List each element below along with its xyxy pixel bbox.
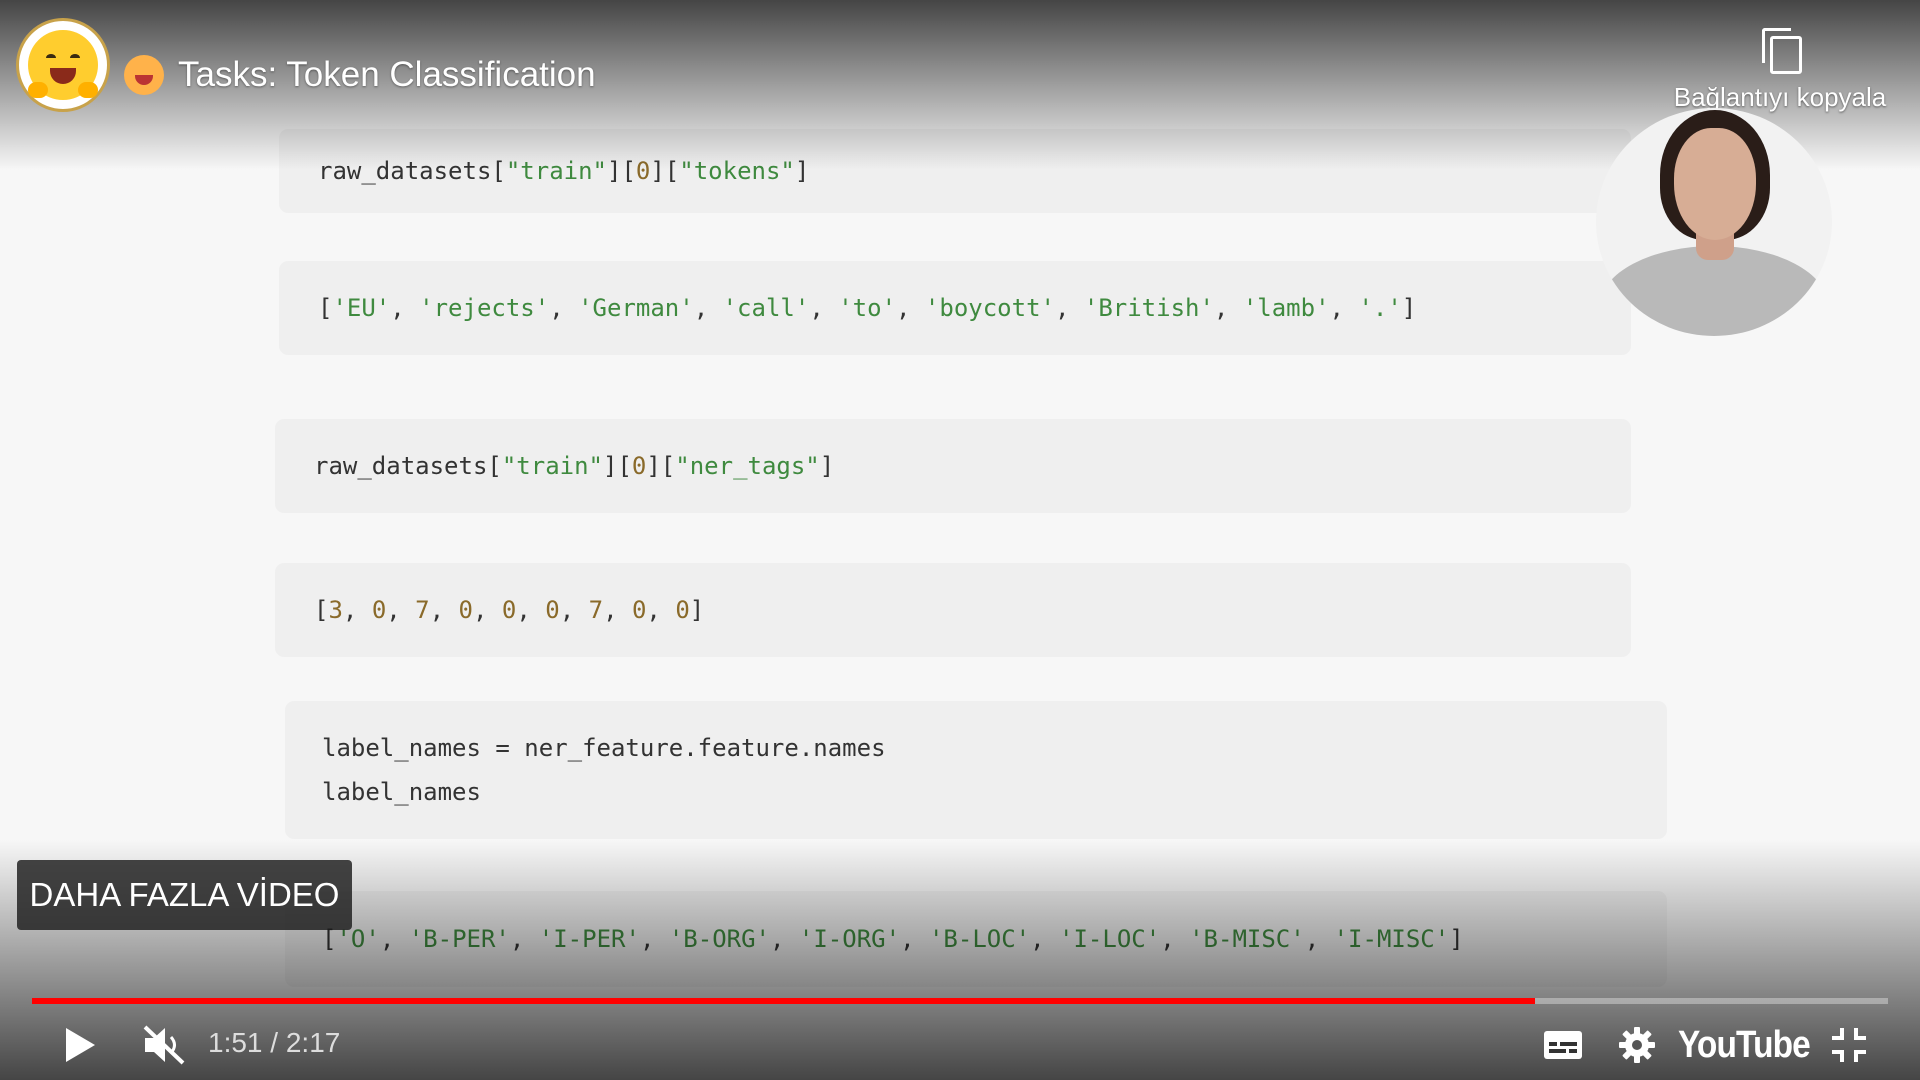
code-cell-output: [3, 0, 7, 0, 0, 0, 7, 0, 0]	[276, 564, 1630, 656]
code-string: 'call'	[722, 294, 810, 322]
code-text: ][	[646, 452, 676, 480]
code-text: ,	[1213, 294, 1243, 322]
code-text: ,	[472, 596, 502, 624]
code-text: ,	[429, 596, 459, 624]
player-controls: 1:51 / 2:17 YouTube	[0, 1015, 1920, 1075]
exit-fullscreen-icon	[1832, 1028, 1866, 1062]
current-time: 1:51	[208, 1027, 263, 1058]
code-number: 0	[631, 452, 647, 480]
code-text: ]	[1401, 294, 1417, 322]
code-string: 'British'	[1083, 294, 1214, 322]
code-string: "train"	[501, 452, 603, 480]
code-text: ,	[549, 294, 579, 322]
video-player[interactable]: raw_datasets["train"][0]["tokens"] ['EU'…	[0, 0, 1920, 1080]
subtitles-button[interactable]	[1538, 1015, 1588, 1075]
mute-button[interactable]	[138, 1015, 190, 1075]
youtube-logo: YouTube	[1678, 1023, 1811, 1066]
code-string: '.'	[1358, 294, 1402, 322]
code-text: label_names	[322, 778, 481, 806]
code-cell-input: label_names = ner_feature.feature.namesl…	[286, 702, 1666, 838]
code-number: 7	[588, 596, 604, 624]
hugging-emoji-icon	[124, 55, 164, 95]
code-number: 0	[545, 596, 560, 624]
code-number: 3	[328, 596, 343, 624]
more-videos-button[interactable]: DAHA FAZLA VİDEO	[17, 860, 352, 930]
time-display: 1:51 / 2:17	[208, 1027, 340, 1059]
code-line: raw_datasets["train"][0]["ner_tags"]	[314, 444, 1630, 488]
code-number: 0	[501, 596, 517, 624]
code-number: 7	[415, 596, 430, 624]
code-cell-output: ['EU', 'rejects', 'German', 'call', 'to'…	[280, 262, 1630, 354]
code-text: ]	[819, 452, 835, 480]
code-string: "ner_tags"	[675, 452, 820, 480]
code-text: ,	[896, 294, 925, 322]
code-string: 'EU'	[332, 294, 391, 322]
hugging-face-icon	[28, 30, 98, 100]
code-line: ['EU', 'rejects', 'German', 'call', 'to'…	[318, 286, 1630, 330]
code-text: ,	[1054, 294, 1084, 322]
code-string: 'lamb'	[1242, 294, 1330, 322]
code-number: 0	[371, 596, 387, 624]
code-text: raw_datasets[	[314, 452, 502, 480]
code-text: [	[318, 294, 333, 322]
code-number: 0	[675, 596, 690, 624]
copy-icon	[1760, 26, 1802, 74]
duration: 2:17	[285, 1027, 341, 1058]
code-text: [	[314, 596, 329, 624]
code-text: ,	[342, 596, 372, 624]
time-separator: /	[262, 1027, 286, 1058]
code-line: label_names = ner_feature.feature.names	[322, 726, 1666, 770]
code-text: ,	[386, 596, 416, 624]
code-text: ][	[603, 452, 632, 480]
channel-avatar[interactable]	[16, 18, 110, 112]
code-text: label_names = ner_feature.feature.names	[322, 734, 886, 762]
play-button[interactable]	[56, 1015, 104, 1075]
presenter-video	[1596, 108, 1832, 336]
code-text: ]	[689, 596, 705, 624]
code-text: ,	[809, 294, 839, 322]
youtube-logo-button[interactable]: YouTube	[1678, 1015, 1811, 1075]
code-number: 0	[631, 596, 647, 624]
code-string: 'rejects'	[419, 294, 550, 322]
play-icon	[66, 1028, 95, 1062]
progress-played	[32, 998, 1536, 1004]
video-title-row[interactable]: Tasks: Token Classification	[124, 50, 596, 100]
code-text: ,	[1329, 294, 1359, 322]
code-text: ,	[693, 294, 723, 322]
code-cell-input: raw_datasets["train"][0]["ner_tags"]	[276, 420, 1630, 512]
copy-link-button[interactable]: Bağlantıyı kopyala	[1660, 26, 1900, 113]
video-title[interactable]: Tasks: Token Classification	[178, 55, 596, 95]
code-text: ,	[516, 596, 546, 624]
exit-fullscreen-button[interactable]	[1826, 1015, 1872, 1075]
code-text: ,	[603, 596, 632, 624]
code-number: 0	[458, 596, 473, 624]
code-text: ,	[559, 596, 589, 624]
progress-bar[interactable]	[32, 998, 1888, 1004]
settings-button[interactable]	[1612, 1015, 1662, 1075]
code-string: 'boycott'	[924, 294, 1055, 322]
code-string: 'to'	[838, 294, 897, 322]
volume-muted-icon	[143, 1025, 185, 1065]
subtitles-icon	[1544, 1031, 1582, 1059]
code-string: 'German'	[578, 294, 694, 322]
code-line: label_names	[322, 770, 1666, 814]
code-text: ,	[390, 294, 420, 322]
code-text: ,	[646, 596, 676, 624]
gear-icon	[1619, 1027, 1655, 1063]
code-line: [3, 0, 7, 0, 0, 0, 7, 0, 0]	[314, 588, 1630, 632]
